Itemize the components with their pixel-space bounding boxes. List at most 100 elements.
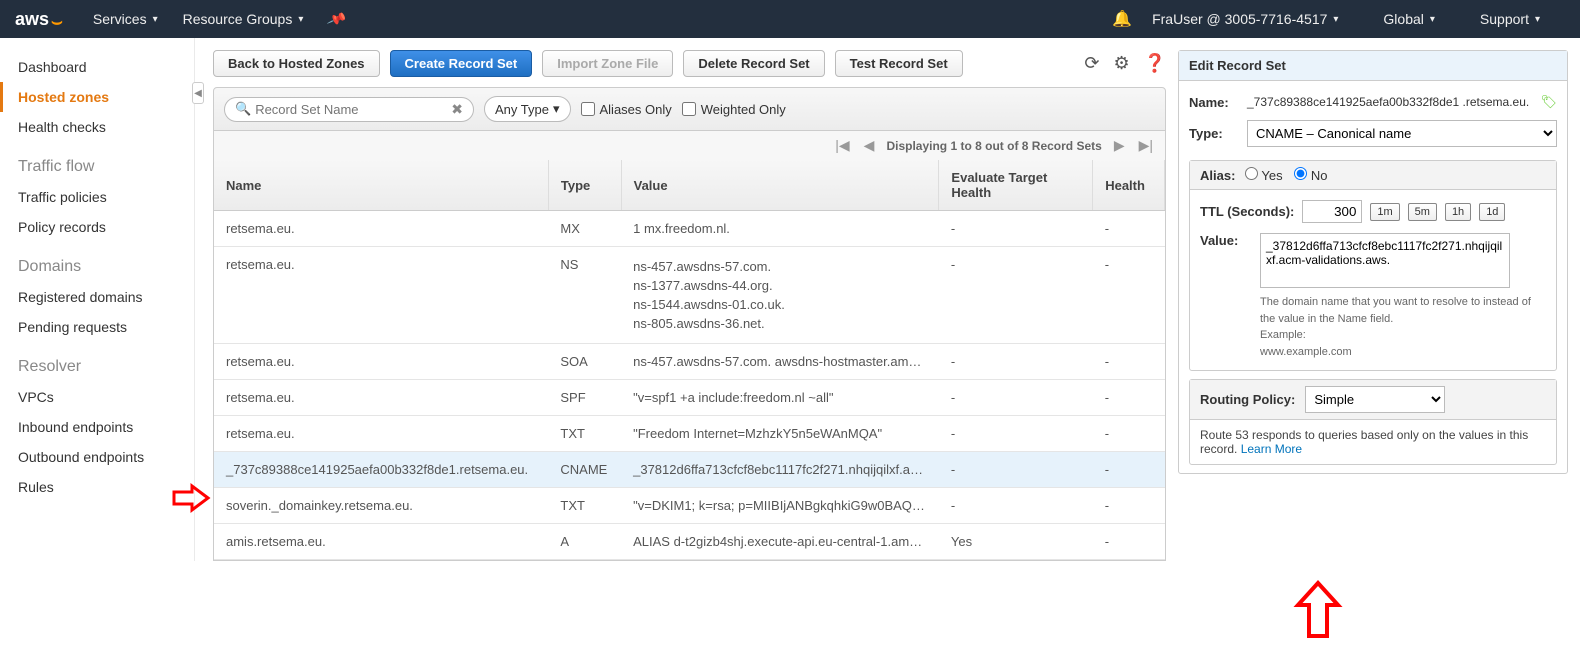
filter-bar: 🔍 ✖ Any Type ▾ Aliases Only Weighted Onl… xyxy=(213,87,1166,131)
help-icon[interactable]: ❓ xyxy=(1144,53,1166,74)
panel-title: Edit Record Set xyxy=(1179,51,1567,81)
type-filter[interactable]: Any Type ▾ xyxy=(484,96,571,122)
cell-health: - xyxy=(1093,344,1165,380)
chevron-down-icon: ▾ xyxy=(1430,14,1435,25)
cell-health: - xyxy=(1093,247,1165,344)
chevron-down-icon: ▾ xyxy=(298,14,303,25)
col-health[interactable]: Health xyxy=(1093,160,1165,211)
import-zone-button[interactable]: Import Zone File xyxy=(542,50,673,77)
sidebar-item-hosted-zones[interactable]: Hosted zones xyxy=(0,82,194,112)
routing-help: Route 53 responds to queries based only … xyxy=(1190,420,1556,464)
cell-health: - xyxy=(1093,524,1165,560)
sidebar-item-health-checks[interactable]: Health checks xyxy=(0,112,194,142)
table-row[interactable]: retsema.eu.MX1 mx.freedom.nl.-- xyxy=(214,211,1165,247)
type-label: Type: xyxy=(1189,126,1239,141)
cell-health: - xyxy=(1093,488,1165,524)
cell-type: NS xyxy=(548,247,621,344)
annotation-arrow-left xyxy=(172,483,210,521)
table-row[interactable]: retsema.eu.TXT"Freedom Internet=MzhzkY5n… xyxy=(214,416,1165,452)
sidebar-item-registered-domains[interactable]: Registered domains xyxy=(0,282,194,312)
table-row[interactable]: retsema.eu.SPF"v=spf1 +a include:freedom… xyxy=(214,380,1165,416)
delete-record-button[interactable]: Delete Record Set xyxy=(683,50,824,77)
cell-health: - xyxy=(1093,416,1165,452)
ttl-preset-1d[interactable]: 1d xyxy=(1479,203,1505,221)
pin-icon[interactable]: 📌 xyxy=(326,8,348,30)
page-prev-icon[interactable]: ◀ xyxy=(862,137,877,154)
sidebar-collapse-toggle[interactable]: ◀ xyxy=(192,82,204,104)
cell-value: ns-457.awsdns-57.com. awsdns-hostmaster.… xyxy=(621,344,939,380)
sidebar: ◀ Dashboard Hosted zones Health checks T… xyxy=(0,38,195,561)
cell-health: - xyxy=(1093,380,1165,416)
cell-name: soverin._domainkey.retsema.eu. xyxy=(214,488,548,524)
ttl-input[interactable] xyxy=(1302,200,1362,223)
routing-select[interactable]: Simple xyxy=(1305,386,1445,413)
refresh-icon[interactable]: ⟳ xyxy=(1084,53,1099,74)
test-record-button[interactable]: Test Record Set xyxy=(835,50,963,77)
cell-name: amis.retsema.eu. xyxy=(214,524,548,560)
sidebar-item-dashboard[interactable]: Dashboard xyxy=(0,52,194,82)
cell-eth: - xyxy=(939,416,1093,452)
alias-no-radio[interactable]: No xyxy=(1294,168,1327,183)
aliases-only-checkbox[interactable]: Aliases Only xyxy=(581,102,672,117)
pagination-bar: |◀ ◀ Displaying 1 to 8 out of 8 Record S… xyxy=(213,131,1166,160)
pagination-text: Displaying 1 to 8 out of 8 Record Sets xyxy=(886,139,1101,153)
sidebar-item-traffic-policies[interactable]: Traffic policies xyxy=(0,182,194,212)
sidebar-section-resolver: Resolver xyxy=(0,352,194,382)
search-input[interactable] xyxy=(255,102,451,117)
col-eth[interactable]: Evaluate Target Health xyxy=(939,160,1093,211)
page-next-icon[interactable]: ▶ xyxy=(1112,137,1127,154)
cell-name: retsema.eu. xyxy=(214,247,548,344)
learn-more-link[interactable]: Learn More xyxy=(1241,442,1302,456)
bell-icon[interactable]: 🔔 xyxy=(1112,9,1132,29)
sidebar-item-policy-records[interactable]: Policy records xyxy=(0,212,194,242)
table-row[interactable]: retsema.eu.SOAns-457.awsdns-57.com. awsd… xyxy=(214,344,1165,380)
cell-type: SPF xyxy=(548,380,621,416)
name-label: Name: xyxy=(1189,95,1239,110)
value-textarea[interactable] xyxy=(1260,233,1510,288)
cell-eth: - xyxy=(939,247,1093,344)
nav-user[interactable]: FraUser @ 3005-7716-4517▾ xyxy=(1152,11,1338,27)
ttl-preset-1h[interactable]: 1h xyxy=(1445,203,1471,221)
cell-type: SOA xyxy=(548,344,621,380)
sidebar-item-vpcs[interactable]: VPCs xyxy=(0,382,194,412)
ttl-preset-5m[interactable]: 5m xyxy=(1408,203,1437,221)
cell-name: retsema.eu. xyxy=(214,380,548,416)
table-row[interactable]: _737c89388ce141925aefa00b332f8de1.retsem… xyxy=(214,452,1165,488)
table-row[interactable]: retsema.eu.NSns-457.awsdns-57.com.ns-137… xyxy=(214,247,1165,344)
alias-yes-radio[interactable]: Yes xyxy=(1245,168,1283,183)
nav-support[interactable]: Support▾ xyxy=(1480,11,1540,27)
col-value[interactable]: Value xyxy=(621,160,939,211)
cell-eth: Yes xyxy=(939,524,1093,560)
create-record-button[interactable]: Create Record Set xyxy=(390,50,533,77)
cell-eth: - xyxy=(939,344,1093,380)
back-button[interactable]: Back to Hosted Zones xyxy=(213,50,380,77)
nav-services[interactable]: Services▾ xyxy=(93,11,158,27)
value-label: Value: xyxy=(1200,233,1250,288)
sidebar-item-outbound-endpoints[interactable]: Outbound endpoints xyxy=(0,442,194,472)
cell-type: A xyxy=(548,524,621,560)
cell-name: retsema.eu. xyxy=(214,344,548,380)
cell-eth: - xyxy=(939,488,1093,524)
page-first-icon[interactable]: |◀ xyxy=(833,137,851,154)
tag-icon[interactable]: 🏷 xyxy=(1540,94,1557,110)
type-select[interactable]: CNAME – Canonical name xyxy=(1247,120,1557,147)
gear-icon[interactable]: ⚙ xyxy=(1113,53,1129,74)
col-name[interactable]: Name xyxy=(214,160,548,211)
ttl-preset-1m[interactable]: 1m xyxy=(1370,203,1399,221)
sidebar-item-rules[interactable]: Rules xyxy=(0,472,194,502)
table-row[interactable]: soverin._domainkey.retsema.eu.TXT"v=DKIM… xyxy=(214,488,1165,524)
clear-icon[interactable]: ✖ xyxy=(451,101,463,118)
sidebar-item-inbound-endpoints[interactable]: Inbound endpoints xyxy=(0,412,194,442)
weighted-only-checkbox[interactable]: Weighted Only xyxy=(682,102,786,117)
search-box[interactable]: 🔍 ✖ xyxy=(224,97,474,122)
cell-value: _37812d6ffa713cfcf8ebc1117fc2f271.nhqijq… xyxy=(621,452,939,488)
routing-row: Routing Policy: Simple xyxy=(1190,380,1556,420)
nav-resource-groups[interactable]: Resource Groups▾ xyxy=(183,11,304,27)
col-type[interactable]: Type xyxy=(548,160,621,211)
table-row[interactable]: amis.retsema.eu.AALIAS d-t2gizb4shj.exec… xyxy=(214,524,1165,560)
sidebar-item-pending-requests[interactable]: Pending requests xyxy=(0,312,194,342)
nav-region[interactable]: Global▾ xyxy=(1383,11,1435,27)
page-last-icon[interactable]: ▶| xyxy=(1137,137,1155,154)
cell-health: - xyxy=(1093,452,1165,488)
aws-logo[interactable]: aws⌣ xyxy=(15,9,63,30)
